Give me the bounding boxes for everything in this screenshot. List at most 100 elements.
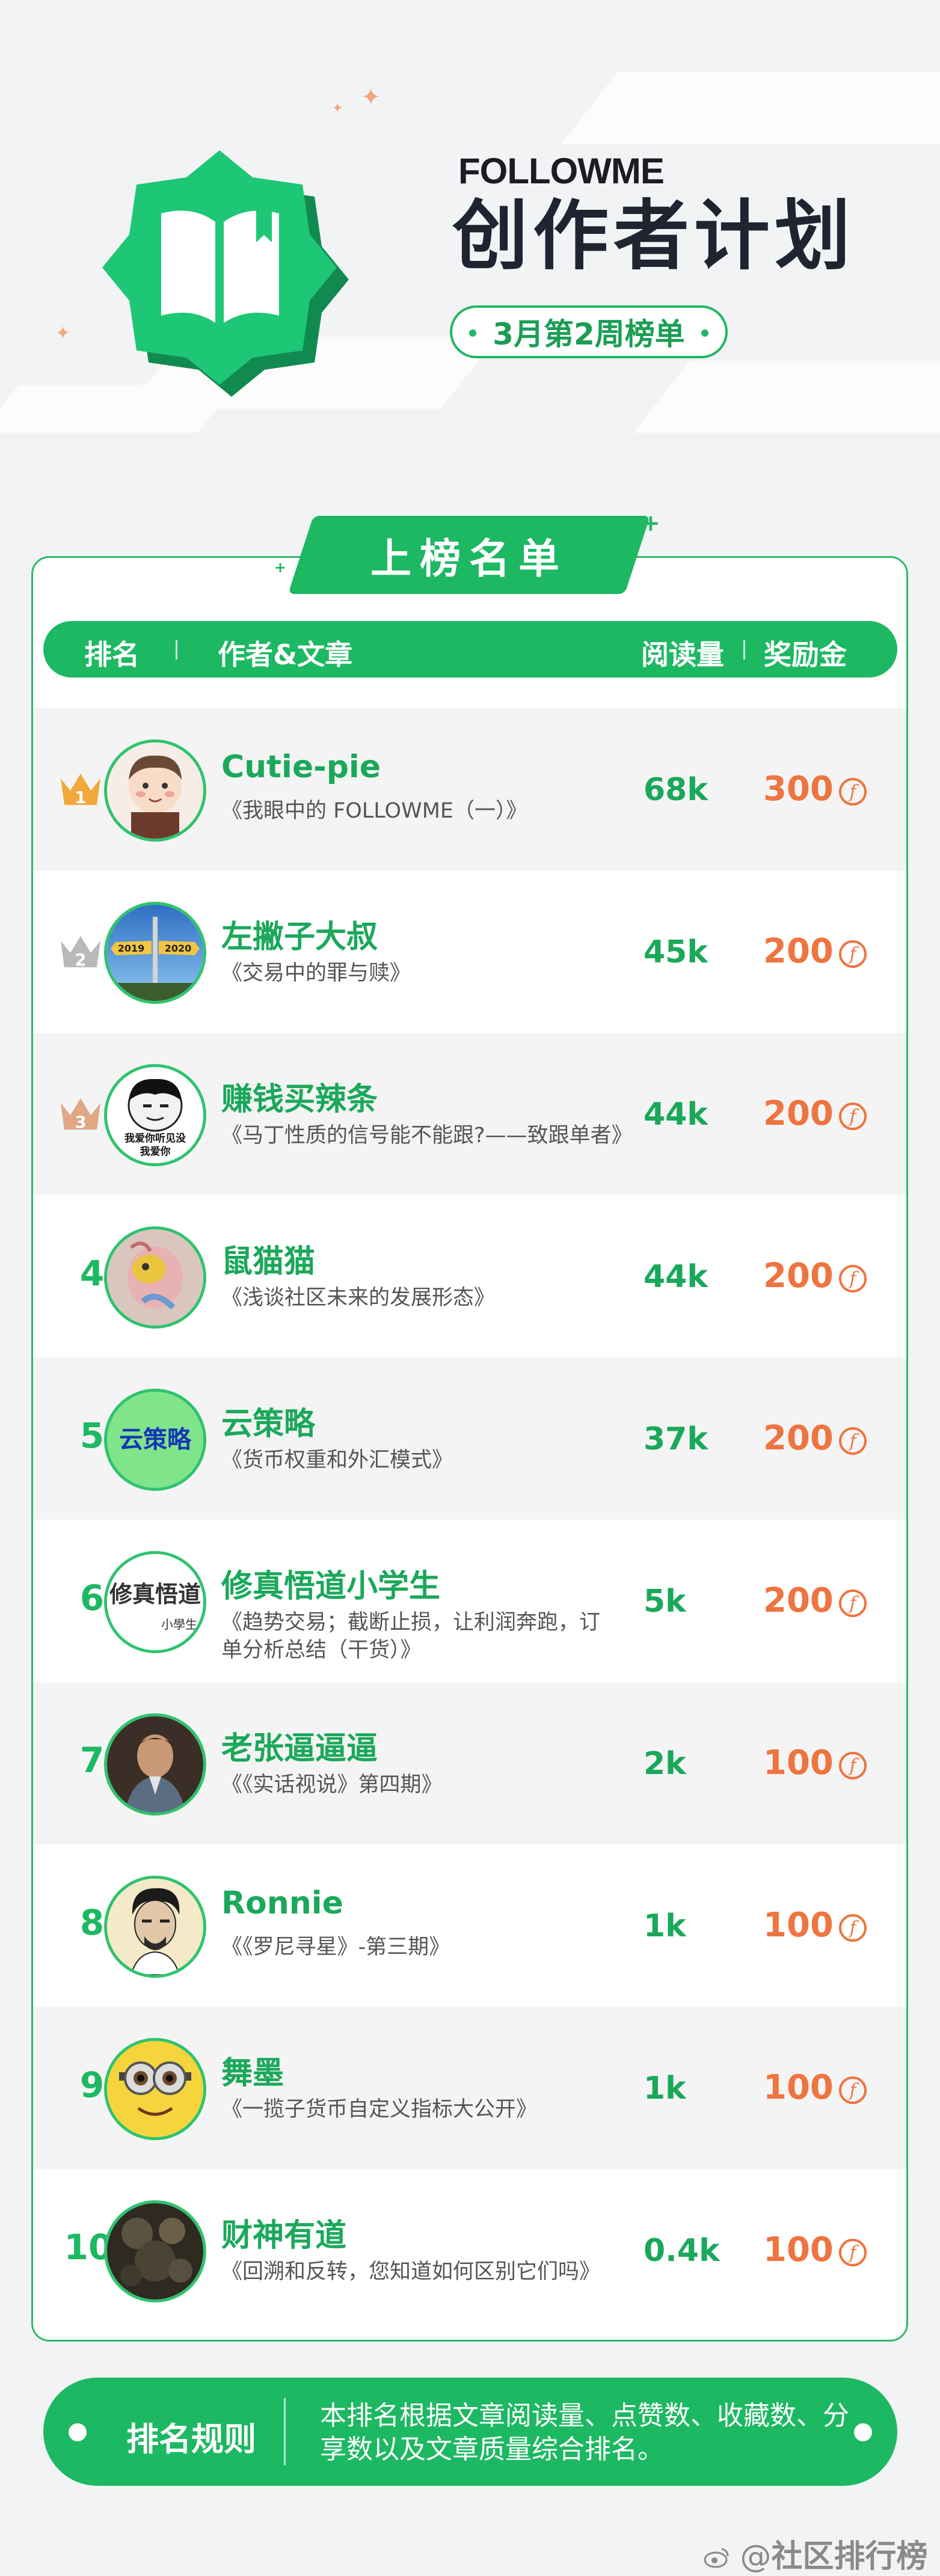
brand-name: FOLLOWME xyxy=(458,151,665,191)
avatar-image xyxy=(107,742,203,839)
article-title[interactable]: 《我眼中的 FOLLOWME（一）》 xyxy=(221,797,654,825)
rank-number: 1 xyxy=(75,788,86,807)
avatar[interactable]: 我爱你听见没 我爱你 xyxy=(104,1064,206,1166)
table-row[interactable]: 3 我爱你听见没 我爱你 赚钱买辣条 《马丁性质的信号能不能跟?——致跟单者》 … xyxy=(33,1033,906,1195)
badge-dot xyxy=(469,329,476,337)
coin-icon: f xyxy=(839,1265,867,1293)
author-name[interactable]: 财神有道 xyxy=(221,2210,346,2255)
avatar-image: 我爱你听见没 我爱你 xyxy=(107,1067,203,1163)
article-title[interactable]: 《一揽子货币自定义指标大公开》 xyxy=(221,2096,654,2123)
rules-dot xyxy=(854,2423,872,2441)
svg-text:云策略: 云策略 xyxy=(119,1425,192,1454)
read-count: 1k xyxy=(644,1908,686,1944)
rules-dot xyxy=(69,2423,87,2441)
avatar-image: 2019 2020 xyxy=(107,905,203,1001)
svg-text:2019: 2019 xyxy=(118,943,145,954)
bonus-amount: 100 xyxy=(763,2230,834,2269)
leaderboard-tab-title: 上榜名单 xyxy=(370,535,568,583)
svg-text:f: f xyxy=(848,1755,859,1776)
article-title[interactable]: 《马丁性质的信号能不能跟?——致跟单者》 xyxy=(221,1122,654,1149)
rank-number: 2 xyxy=(75,950,86,970)
week-badge-label: 3月第2周榜单 xyxy=(493,317,685,352)
svg-text:小學生: 小學生 xyxy=(161,1617,197,1632)
table-row[interactable]: 9 舞墨 《一揽子货币自定义指标大公开》 1k 100 f xyxy=(33,2007,906,2169)
avatar-image: 云策略 xyxy=(107,1392,203,1488)
svg-text:f: f xyxy=(848,1106,859,1127)
coin-icon: f xyxy=(839,1752,867,1779)
author-name[interactable]: 修真悟道小学生 xyxy=(221,1561,440,1606)
author-name[interactable]: 舞墨 xyxy=(221,2048,284,2093)
avatar[interactable]: 修真悟道 小學生 xyxy=(104,1551,206,1653)
table-row[interactable]: 4 鼠猫猫 《浅谈社区未来的发展形态》 44k 200 f xyxy=(33,1195,906,1357)
article-title[interactable]: 《趋势交易；截断止损，让利润奔跑，订单分析总结（干货）》 xyxy=(221,1609,606,1664)
article-title[interactable]: 《《罗尼寻星》-第三期》 xyxy=(221,1933,654,1961)
coin-icon: f xyxy=(839,1427,867,1455)
coin-icon: f xyxy=(839,2239,867,2266)
coin-icon: f xyxy=(839,940,867,968)
coin-icon: f xyxy=(839,778,867,806)
bonus-amount: 200 xyxy=(763,1419,834,1458)
page-title: 创作者计划 xyxy=(452,192,855,280)
table-row[interactable]: 2 2019 2020 左撇子大叔 《交易中的罪与赎》 45k 200 f xyxy=(33,870,906,1033)
column-author: 作者&文章 xyxy=(218,638,353,671)
article-title[interactable]: 《货币权重和外汇模式》 xyxy=(221,1446,654,1474)
read-count: 37k xyxy=(644,1421,708,1457)
avatar[interactable] xyxy=(104,1226,206,1329)
author-name[interactable]: 鼠猫猫 xyxy=(221,1236,315,1281)
article-title[interactable]: 《回溯和反转，您知道如何区别它们吗》 xyxy=(221,2258,654,2286)
svg-text:f: f xyxy=(848,2080,859,2101)
header-divider xyxy=(176,640,177,659)
badge-dot xyxy=(701,329,708,337)
column-reads: 阅读量 xyxy=(641,638,724,671)
read-count: 2k xyxy=(644,1746,686,1782)
author-name[interactable]: 左撇子大叔 xyxy=(221,911,378,956)
svg-text:修真悟道: 修真悟道 xyxy=(109,1580,201,1608)
avatar-image xyxy=(107,1879,203,1975)
read-count: 68k xyxy=(644,772,708,808)
avatar-image xyxy=(107,2041,203,2137)
rules-text: 本排名根据文章阅读量、点赞数、收藏数、分享数以及文章质量综合排名。 xyxy=(320,2400,849,2465)
coin-icon: f xyxy=(839,1914,867,1942)
avatar[interactable] xyxy=(104,2200,206,2302)
table-row[interactable]: 6 修真悟道 小學生 修真悟道小学生 《趋势交易；截断止损，让利润奔跑，订单分析… xyxy=(33,1520,906,1682)
svg-text:f: f xyxy=(848,1268,859,1290)
bonus-amount: 300 xyxy=(763,769,834,809)
table-row[interactable]: 1 Cutie-pie 《我眼中的 FOLLOWME（一）》 68k 300 f xyxy=(33,708,906,870)
watermark-prefix: @ xyxy=(740,2539,772,2575)
avatar[interactable] xyxy=(104,1876,206,1978)
avatar[interactable]: 云策略 xyxy=(104,1389,206,1491)
coin-icon: f xyxy=(839,1589,867,1617)
table-row[interactable]: 5 云策略 云策略 《货币权重和外汇模式》 37k 200 f xyxy=(33,1357,906,1520)
avatar[interactable]: 2019 2020 xyxy=(104,902,206,1004)
author-name[interactable]: 老张逼逼逼 xyxy=(221,1723,378,1768)
bonus-amount: 200 xyxy=(763,1094,834,1133)
gold-crown-icon: 1 xyxy=(61,774,100,807)
article-title[interactable]: 《浅谈社区未来的发展形态》 xyxy=(221,1284,654,1312)
author-name[interactable]: Cutie-pie xyxy=(221,749,381,785)
table-row[interactable]: 10 财神有道 《回溯和反转，您知道如何区别它们吗》 0.4k 100 f xyxy=(33,2169,906,2331)
bronze-crown-icon: 3 xyxy=(61,1098,100,1132)
bonus-amount: 200 xyxy=(763,932,834,971)
table-row[interactable]: 7 老张逼逼逼 《《实话视说》第四期》 2k 100 f xyxy=(33,1682,906,1844)
rank-number: 3 xyxy=(75,1112,86,1132)
bonus-amount: 100 xyxy=(763,1906,834,1945)
table-row[interactable]: 8 Ronnie 《《罗尼寻星》-第三期》 1k 100 f xyxy=(33,1844,906,2007)
svg-text:f: f xyxy=(848,1593,859,1614)
rules-divider xyxy=(284,2398,286,2465)
avatar[interactable] xyxy=(104,2038,206,2140)
avatar[interactable] xyxy=(104,739,206,842)
column-bonus: 奖励金 xyxy=(764,638,847,671)
week-badge: 3月第2周榜单 xyxy=(450,305,728,358)
avatar-image: 修真悟道 小學生 xyxy=(107,1554,203,1650)
ranking-rules-bar: 排名规则 本排名根据文章阅读量、点赞数、收藏数、分享数以及文章质量综合排名。 xyxy=(43,2378,897,2486)
avatar[interactable] xyxy=(104,1713,206,1816)
article-title[interactable]: 《《实话视说》第四期》 xyxy=(221,1771,654,1799)
author-name[interactable]: 赚钱买辣条 xyxy=(221,1074,378,1119)
author-name[interactable]: Ronnie xyxy=(221,1885,343,1921)
svg-text:f: f xyxy=(848,944,859,965)
article-title[interactable]: 《交易中的罪与赎》 xyxy=(221,959,654,987)
coin-icon: f xyxy=(839,2076,867,2104)
svg-text:2020: 2020 xyxy=(165,943,192,954)
bonus-amount: 100 xyxy=(763,2068,834,2107)
author-name[interactable]: 云策略 xyxy=(221,1398,315,1443)
